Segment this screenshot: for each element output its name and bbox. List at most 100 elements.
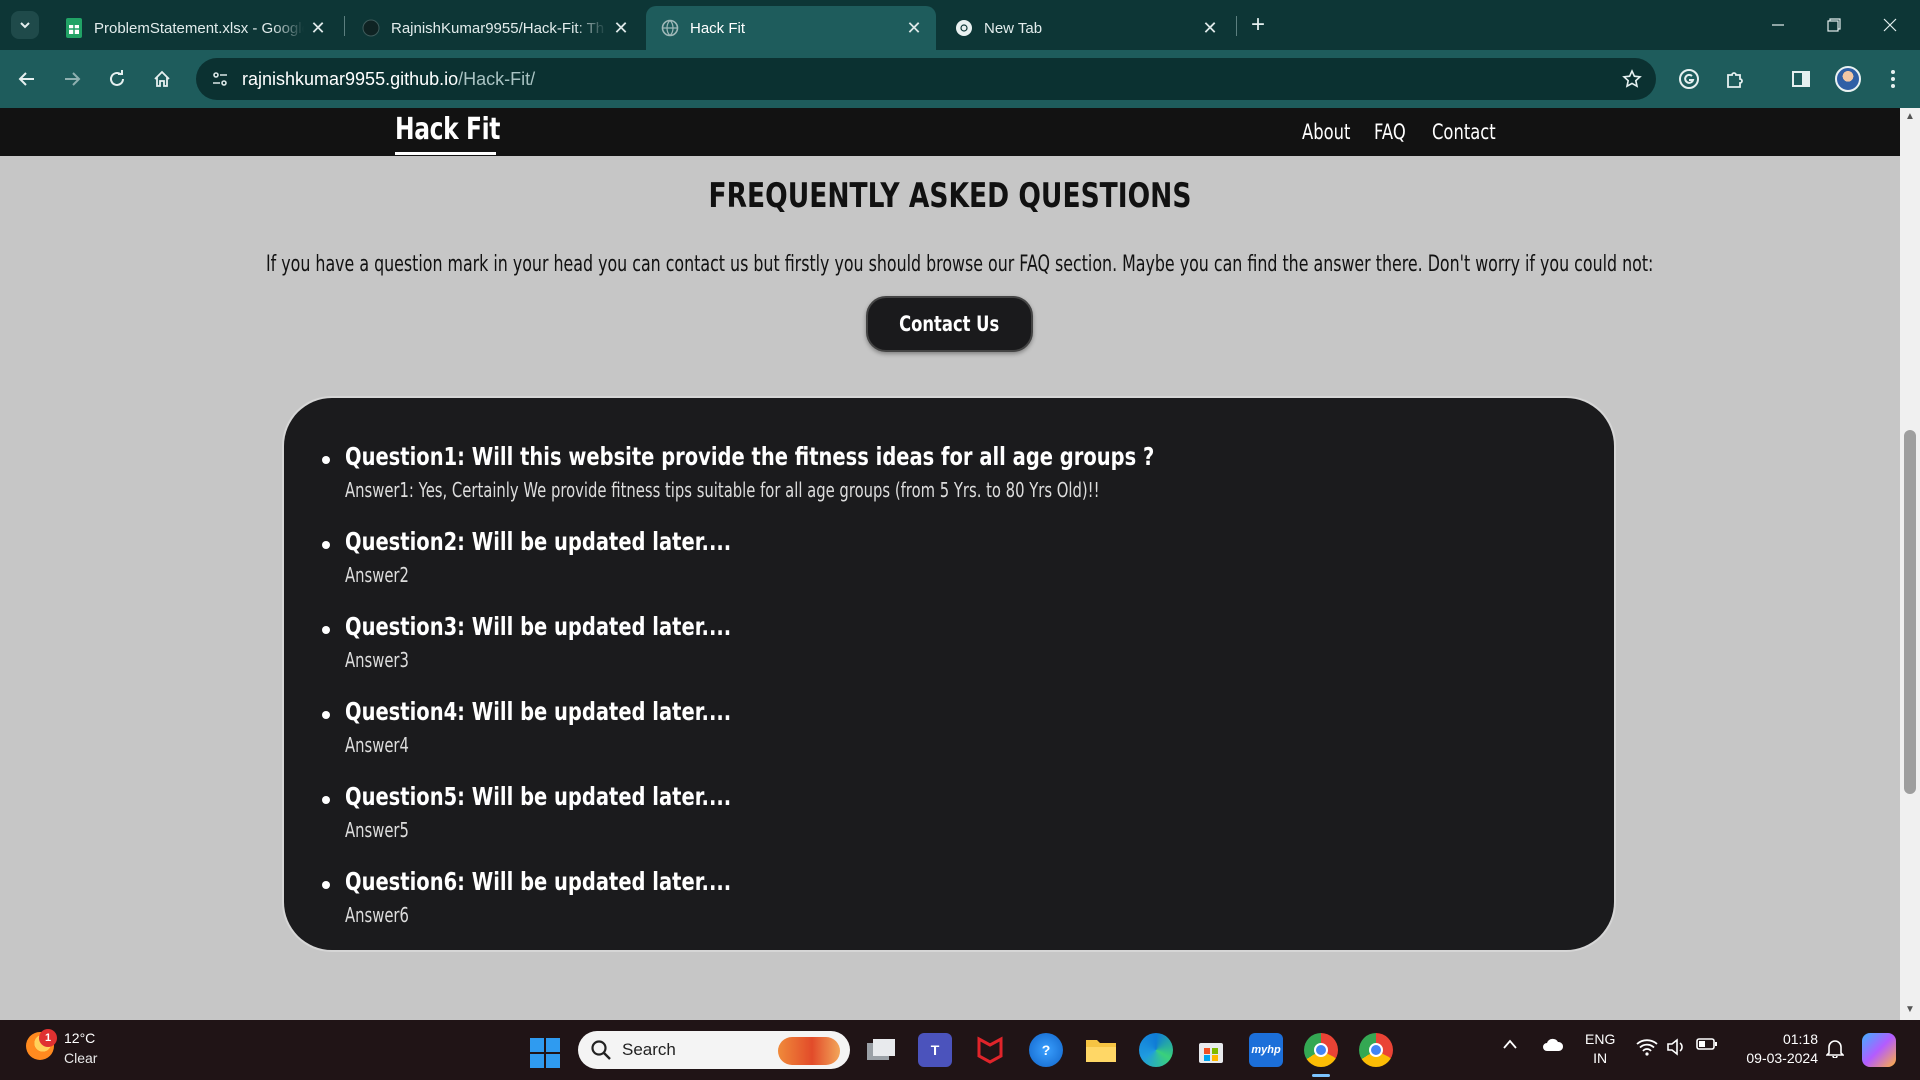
close-icon[interactable]: ✕	[900, 14, 928, 42]
wifi-icon[interactable]	[1636, 1038, 1658, 1056]
windows-start-icon[interactable]	[530, 1038, 560, 1068]
extensions-puzzle-icon[interactable]	[1718, 62, 1752, 96]
grammarly-extension-icon[interactable]	[1672, 62, 1706, 96]
url-host: rajnishkumar9955.github.io	[242, 69, 459, 89]
page-scrollbar[interactable]: ▲ ▼	[1900, 108, 1920, 1020]
more-menu-icon[interactable]	[1876, 62, 1910, 96]
nav-link-faq[interactable]: FAQ	[1374, 120, 1406, 144]
edge-icon[interactable]	[1139, 1033, 1173, 1067]
battery-icon[interactable]	[1696, 1038, 1718, 1050]
taskbar-clock[interactable]: 01:18 09-03-2024	[1738, 1030, 1818, 1068]
file-explorer-icon[interactable]	[1084, 1033, 1118, 1067]
faq-answer: Answer5	[345, 818, 409, 842]
faq-answer: Answer1: Yes, Certainly We provide fitne…	[345, 478, 1100, 502]
new-tab-plus-icon[interactable]: +	[1244, 11, 1272, 39]
language-indicator[interactable]: ENG IN	[1585, 1030, 1615, 1068]
forward-arrow-icon[interactable]	[55, 62, 89, 96]
bookmark-star-icon[interactable]	[1620, 67, 1644, 91]
faq-question: Question3: Will be updated later....	[345, 612, 732, 641]
volume-icon[interactable]	[1666, 1038, 1686, 1056]
weather-condition[interactable]: Clear	[64, 1050, 97, 1066]
copilot-icon[interactable]	[1862, 1033, 1896, 1067]
help-icon[interactable]: ?	[1029, 1033, 1063, 1067]
profile-avatar[interactable]	[1835, 66, 1861, 92]
tab-search-button[interactable]	[11, 11, 39, 39]
side-panel-icon[interactable]	[1784, 62, 1818, 96]
nav-link-about[interactable]: About	[1302, 120, 1350, 144]
faq-card: Question1: Will this website provide the…	[284, 398, 1614, 950]
faq-heading: FREQUENTLY ASKED QUESTIONS	[708, 176, 1192, 216]
scroll-down-arrow-icon[interactable]: ▼	[1905, 1004, 1915, 1015]
faq-answer: Answer3	[345, 648, 409, 672]
url-path: /Hack-Fit/	[458, 69, 536, 89]
list-bullet	[322, 881, 330, 889]
tab-hack-fit[interactable]: Hack Fit ✕	[646, 6, 936, 50]
restore-icon[interactable]	[1806, 0, 1862, 50]
chrome-icon	[954, 18, 974, 38]
faq-answer: Answer2	[345, 563, 409, 587]
close-icon[interactable]: ✕	[1196, 14, 1224, 42]
close-icon[interactable]: ✕	[304, 14, 332, 42]
taskbar-search[interactable]: Search	[578, 1031, 850, 1069]
list-bullet	[322, 626, 330, 634]
myhp-icon[interactable]: myhp	[1249, 1033, 1283, 1067]
contact-us-button[interactable]: Contact Us	[866, 296, 1033, 352]
teams-icon[interactable]: T	[918, 1033, 952, 1067]
tab-new-tab[interactable]: New Tab ✕	[940, 6, 1232, 50]
notification-bell-icon[interactable]	[1826, 1038, 1844, 1058]
globe-icon	[660, 18, 680, 38]
tab-problemstatement[interactable]: ProblemStatement.xlsx - Google ✕	[50, 6, 340, 50]
tab-divider	[1236, 16, 1237, 36]
github-icon	[361, 18, 381, 38]
close-window-icon[interactable]	[1862, 0, 1918, 50]
tab-title: Hack Fit	[690, 19, 746, 37]
tab-title: RajnishKumar9955/Hack-Fit: Th	[391, 19, 605, 37]
tab-title: ProblemStatement.xlsx - Google	[94, 19, 304, 37]
faq-question: Question5: Will be updated later....	[345, 782, 732, 811]
active-app-indicator	[1312, 1074, 1330, 1077]
onedrive-cloud-icon[interactable]	[1542, 1038, 1564, 1052]
clock-date: 09-03-2024	[1746, 1050, 1818, 1066]
back-arrow-icon[interactable]	[10, 62, 44, 96]
list-bullet	[322, 541, 330, 549]
site-settings-icon[interactable]	[208, 67, 232, 91]
mcafee-icon[interactable]	[973, 1033, 1007, 1067]
logo-underline	[395, 152, 496, 155]
site-logo[interactable]: Hack Fit	[395, 112, 500, 147]
microsoft-store-icon[interactable]	[1194, 1033, 1228, 1067]
browser-toolbar: rajnishkumar9955.github.io/Hack-Fit/	[0, 50, 1920, 108]
site-navbar: Hack Fit About FAQ Contact	[0, 108, 1900, 156]
search-highlight-illustration	[778, 1037, 840, 1065]
scroll-up-arrow-icon[interactable]: ▲	[1905, 111, 1915, 122]
reload-icon[interactable]	[100, 62, 134, 96]
faq-question: Question2: Will be updated later....	[345, 527, 732, 556]
url-text: rajnishkumar9955.github.io/Hack-Fit/	[242, 69, 535, 90]
minimize-icon[interactable]	[1750, 0, 1806, 50]
faq-question: Question6: Will be updated later....	[345, 867, 732, 896]
faq-answer: Answer4	[345, 733, 409, 757]
weather-badge: 1	[39, 1029, 57, 1047]
page-viewport: Hack Fit About FAQ Contact FREQUENTLY AS…	[0, 108, 1900, 1020]
task-view-icon[interactable]	[864, 1033, 898, 1067]
tab-divider	[344, 16, 345, 36]
list-bullet	[322, 711, 330, 719]
show-hidden-icons-chevron-up-icon[interactable]	[1502, 1038, 1518, 1050]
list-bullet	[322, 456, 330, 464]
tab-strip: ProblemStatement.xlsx - Google ✕ Rajnish…	[0, 0, 1920, 50]
language-region: IN	[1593, 1050, 1608, 1066]
scrollbar-thumb[interactable]	[1904, 430, 1916, 794]
faq-question: Question1: Will this website provide the…	[345, 442, 1155, 471]
address-bar[interactable]: rajnishkumar9955.github.io/Hack-Fit/	[196, 58, 1656, 100]
chevron-down-icon	[20, 22, 30, 29]
nav-link-contact[interactable]: Contact	[1432, 120, 1496, 144]
faq-intro-text: If you have a question mark in your head…	[266, 252, 1654, 277]
chrome-taskbar-icon[interactable]	[1304, 1033, 1338, 1067]
home-icon[interactable]	[145, 62, 179, 96]
close-icon[interactable]: ✕	[607, 14, 635, 42]
contact-us-label: Contact Us	[899, 312, 1000, 336]
faq-question: Question4: Will be updated later....	[345, 697, 732, 726]
tab-github-repo[interactable]: RajnishKumar9955/Hack-Fit: Th ✕	[347, 6, 643, 50]
chrome-profile-taskbar-icon[interactable]	[1359, 1033, 1393, 1067]
tab-title: New Tab	[984, 19, 1043, 37]
weather-temperature[interactable]: 12°C	[64, 1030, 95, 1046]
